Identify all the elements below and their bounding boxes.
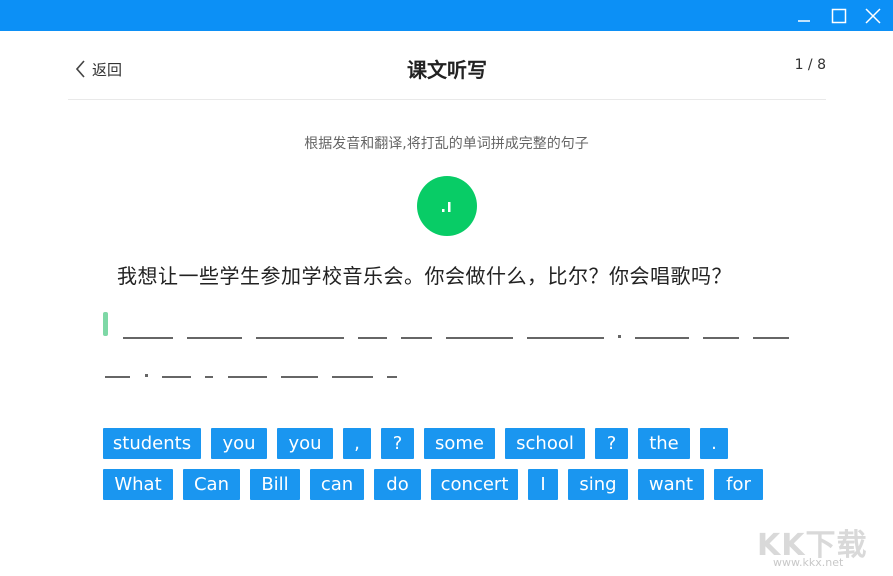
answer-slot[interactable]: [753, 337, 789, 339]
word-chip[interactable]: Can: [183, 469, 240, 500]
word-chip[interactable]: some: [424, 428, 495, 459]
answer-slot[interactable]: [205, 376, 213, 378]
answer-slot[interactable]: [387, 376, 397, 378]
word-chip[interactable]: sing: [568, 469, 628, 500]
word-chip[interactable]: concert: [431, 469, 518, 500]
answer-slot[interactable]: [162, 376, 191, 378]
page-title: 课文听写: [407, 58, 487, 82]
watermark-logo: KK下载 www.kkx.net: [757, 520, 887, 572]
answer-slot[interactable]: [446, 337, 513, 339]
answer-slot[interactable]: [401, 337, 432, 339]
answer-slot[interactable]: [228, 376, 267, 378]
header: 返回 课文听写 1 / 8: [68, 48, 826, 100]
word-chip[interactable]: school: [505, 428, 585, 459]
word-chip[interactable]: can: [310, 469, 364, 500]
answer-slot[interactable]: [187, 337, 242, 339]
answer-slot-punctuation[interactable]: [618, 335, 621, 338]
answer-slot[interactable]: [527, 337, 604, 339]
translation-sentence: 我想让一些学生参加学校音乐会。你会做什么，比尔？你会唱歌吗？: [117, 264, 732, 288]
word-chip[interactable]: the: [638, 428, 690, 459]
play-audio-button[interactable]: [417, 176, 477, 236]
word-chip[interactable]: do: [374, 469, 421, 500]
answer-slot[interactable]: [358, 337, 387, 339]
title-bar: [0, 0, 893, 31]
word-chip[interactable]: .: [700, 428, 728, 459]
word-chip[interactable]: ?: [381, 428, 414, 459]
answer-slot[interactable]: [281, 376, 318, 378]
input-cursor: [103, 312, 108, 336]
maximize-icon[interactable]: [822, 0, 856, 31]
answer-slot[interactable]: [703, 337, 739, 339]
audio-bars-icon: [442, 202, 451, 212]
answer-slot[interactable]: [105, 376, 130, 378]
word-chip[interactable]: students: [103, 428, 201, 459]
word-chip[interactable]: What: [103, 469, 173, 500]
word-chip[interactable]: you: [211, 428, 267, 459]
instruction-text: 根据发音和翻译,将打乱的单词拼成完整的句子: [304, 136, 589, 152]
word-chip[interactable]: Bill: [250, 469, 300, 500]
watermark-url: www.kkx.net: [773, 556, 844, 569]
answer-slot[interactable]: [256, 337, 344, 339]
word-chip[interactable]: want: [638, 469, 704, 500]
question-counter: 1 / 8: [794, 57, 826, 73]
close-icon[interactable]: [856, 0, 890, 31]
word-chip[interactable]: for: [714, 469, 763, 500]
answer-slot[interactable]: [332, 376, 373, 378]
answer-slot-punctuation[interactable]: [145, 374, 148, 377]
answer-slot[interactable]: [635, 337, 689, 339]
answer-slot[interactable]: [123, 337, 173, 339]
word-chip[interactable]: I: [528, 469, 558, 500]
word-chip[interactable]: ,: [343, 428, 371, 459]
word-chip[interactable]: ?: [595, 428, 628, 459]
word-chip[interactable]: you: [277, 428, 333, 459]
minimize-icon[interactable]: [787, 0, 821, 31]
